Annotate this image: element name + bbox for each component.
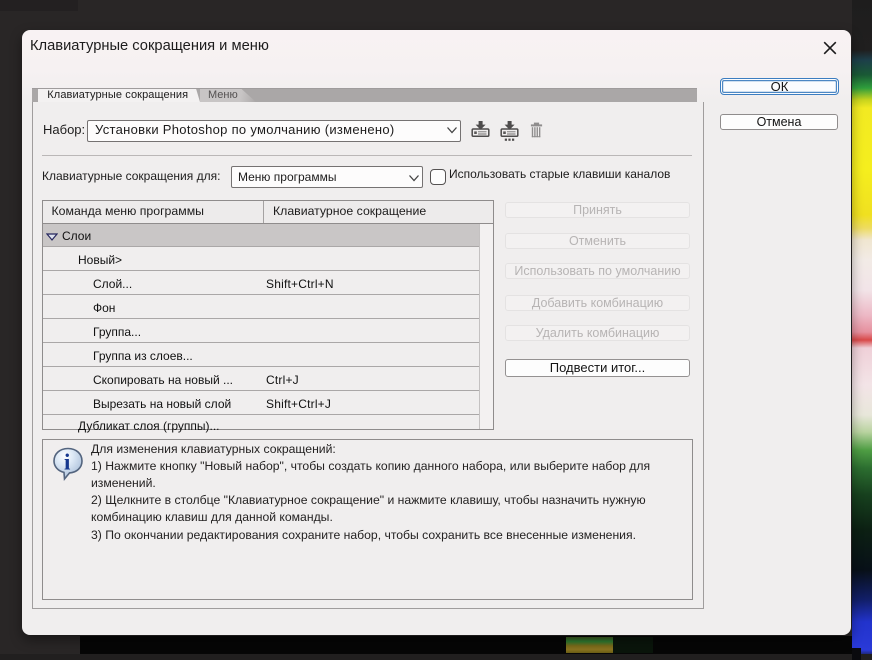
svg-text:i: i	[64, 450, 71, 475]
